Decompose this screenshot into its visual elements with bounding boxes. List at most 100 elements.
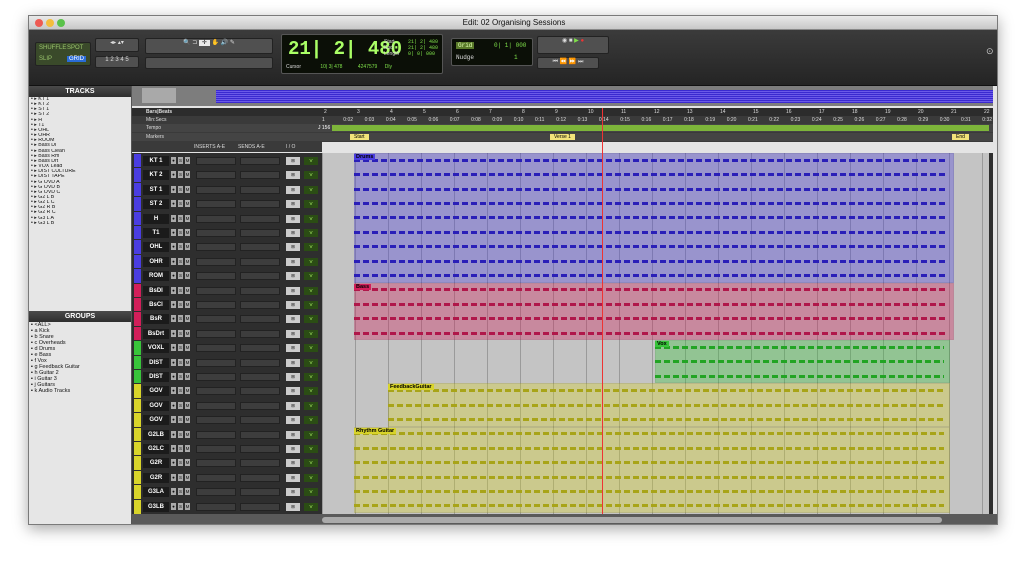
sends-slots[interactable] xyxy=(240,214,280,223)
inserts-slots[interactable] xyxy=(196,430,236,439)
track-name[interactable]: G2LB xyxy=(143,429,169,440)
mute-button[interactable]: M xyxy=(185,430,190,438)
sends-slots[interactable] xyxy=(240,387,280,396)
scroll-thumb[interactable] xyxy=(322,517,942,523)
track-name[interactable]: GOV xyxy=(143,400,169,411)
solo-button[interactable]: S xyxy=(178,229,183,236)
inserts-slots[interactable] xyxy=(196,401,236,410)
record-enable-button[interactable]: ● xyxy=(171,171,176,179)
close-icon[interactable] xyxy=(35,19,43,27)
io-selector[interactable]: ⊞ xyxy=(286,257,300,266)
universe-overview[interactable] xyxy=(132,86,993,106)
voice-selector[interactable]: V xyxy=(304,445,318,453)
minimize-icon[interactable] xyxy=(46,19,54,27)
voice-selector[interactable]: V xyxy=(304,373,318,381)
solo-button[interactable]: S xyxy=(178,301,183,308)
solo-button[interactable]: S xyxy=(178,243,183,251)
record-enable-button[interactable]: ● xyxy=(171,214,176,222)
marker-verse-1[interactable]: Verse 1 xyxy=(550,134,575,140)
tempo-value[interactable]: J 156 xyxy=(318,124,330,132)
mode-grid[interactable]: GRID xyxy=(67,56,86,62)
zoom-buttons[interactable]: ◂▸ ▴▾ xyxy=(95,38,139,52)
track-name[interactable]: DIST xyxy=(143,372,169,382)
track-name[interactable]: T1 xyxy=(143,228,169,238)
inserts-slots[interactable] xyxy=(196,315,236,324)
voice-selector[interactable]: V xyxy=(304,358,318,367)
inserts-slots[interactable] xyxy=(196,387,236,396)
zoom-icon[interactable] xyxy=(57,19,65,27)
record-icon[interactable]: ● xyxy=(580,38,584,44)
grid-label[interactable]: Grid xyxy=(456,42,475,49)
inserts-slots[interactable] xyxy=(196,358,236,367)
horizontal-scrollbar[interactable] xyxy=(132,514,997,524)
solo-button[interactable]: S xyxy=(178,214,183,222)
record-enable-button[interactable]: ● xyxy=(171,459,176,467)
sends-slots[interactable] xyxy=(240,286,280,295)
sends-slots[interactable] xyxy=(240,358,280,367)
track-name[interactable]: DIST xyxy=(143,357,169,368)
inserts-slots[interactable] xyxy=(196,301,236,309)
mute-button[interactable]: M xyxy=(185,387,190,395)
sends-slots[interactable] xyxy=(240,257,280,266)
io-selector[interactable]: ⊞ xyxy=(286,286,300,295)
solo-button[interactable]: S xyxy=(178,185,183,193)
mute-button[interactable]: M xyxy=(185,401,190,409)
record-enable-button[interactable]: ● xyxy=(171,243,176,251)
io-selector[interactable]: ⊞ xyxy=(286,214,300,223)
solo-button[interactable]: S xyxy=(178,272,183,280)
sends-slots[interactable] xyxy=(240,488,280,497)
voice-selector[interactable]: V xyxy=(304,329,318,338)
track-name[interactable]: G2LC xyxy=(143,444,169,454)
sends-slots[interactable] xyxy=(240,445,280,453)
solo-button[interactable]: S xyxy=(178,459,183,467)
pencil-tool-icon[interactable]: ✎ xyxy=(230,40,235,46)
track-name[interactable]: BsDI xyxy=(143,285,169,296)
sends-slots[interactable] xyxy=(240,301,280,309)
solo-button[interactable]: S xyxy=(178,401,183,409)
inserts-slots[interactable] xyxy=(196,286,236,295)
mute-button[interactable]: M xyxy=(185,229,190,236)
mute-button[interactable]: M xyxy=(185,257,190,265)
solo-button[interactable]: S xyxy=(178,157,183,164)
group-item[interactable]: ▪ k Audio Tracks xyxy=(31,388,131,394)
io-selector[interactable]: ⊞ xyxy=(286,200,300,209)
voice-selector[interactable]: V xyxy=(304,344,318,353)
io-selector[interactable]: ⊞ xyxy=(286,387,300,396)
solo-button[interactable]: S xyxy=(178,488,183,496)
return-to-zero-icon[interactable]: ⏮ xyxy=(553,59,558,65)
voice-selector[interactable]: V xyxy=(304,430,318,439)
track-name[interactable]: G3LA xyxy=(143,487,169,498)
mute-button[interactable]: M xyxy=(185,373,190,380)
mute-button[interactable]: M xyxy=(185,459,190,467)
io-selector[interactable]: ⊞ xyxy=(286,157,300,165)
mute-button[interactable]: M xyxy=(185,329,190,337)
record-enable-button[interactable]: ● xyxy=(171,488,176,496)
inserts-slots[interactable] xyxy=(196,329,236,338)
mute-button[interactable]: M xyxy=(185,344,190,352)
mute-button[interactable]: M xyxy=(185,286,190,294)
mute-button[interactable]: M xyxy=(185,185,190,193)
track-name[interactable]: VOXL xyxy=(143,343,169,354)
record-enable-button[interactable]: ● xyxy=(171,344,176,352)
inserts-slots[interactable] xyxy=(196,200,236,209)
track-name[interactable]: BsR xyxy=(143,314,169,325)
sends-slots[interactable] xyxy=(240,344,280,353)
trim-tool-icon[interactable]: ⊐ xyxy=(192,40,199,46)
record-enable-button[interactable]: ● xyxy=(171,301,176,308)
mute-button[interactable]: M xyxy=(185,200,190,208)
inserts-slots[interactable] xyxy=(196,272,236,281)
voice-selector[interactable]: V xyxy=(304,286,318,295)
track-name[interactable]: GOV xyxy=(143,386,169,397)
playhead[interactable] xyxy=(602,108,603,524)
record-enable-button[interactable]: ● xyxy=(171,329,176,337)
io-selector[interactable]: ⊞ xyxy=(286,488,300,497)
sends-slots[interactable] xyxy=(240,502,280,511)
solo-button[interactable]: S xyxy=(178,502,183,510)
mute-button[interactable]: M xyxy=(185,358,190,366)
record-enable-button[interactable]: ● xyxy=(171,272,176,280)
sends-slots[interactable] xyxy=(240,200,280,209)
track-name[interactable]: ST 1 xyxy=(143,184,169,195)
voice-selector[interactable]: V xyxy=(304,229,318,237)
track-name[interactable]: G2R xyxy=(143,472,169,483)
inserts-slots[interactable] xyxy=(196,416,236,425)
